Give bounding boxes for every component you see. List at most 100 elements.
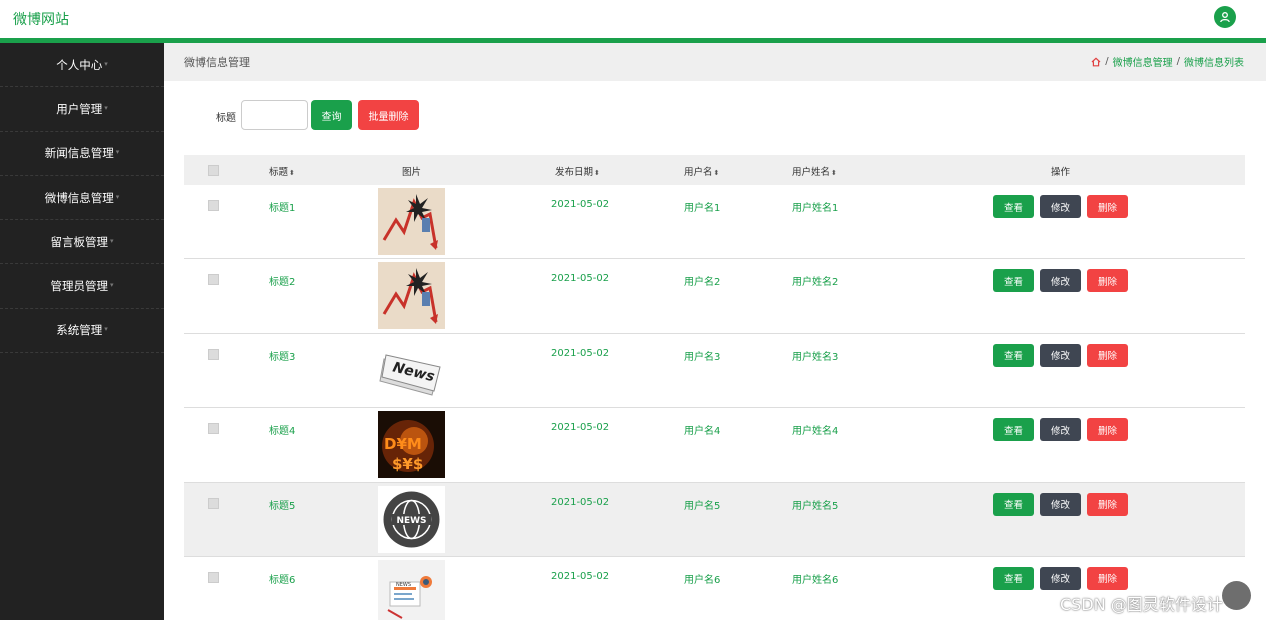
sidebar-item[interactable]: 系统管理 ▾ <box>0 309 164 354</box>
breadcrumb: / 微博信息管理 / 微博信息列表 <box>1091 54 1244 69</box>
row-actions: 查看 修改 删除 <box>993 195 1128 218</box>
sidebar-item-label: 微博信息管理 <box>44 190 114 205</box>
row-checkbox[interactable] <box>208 274 219 286</box>
name-cell: 用户姓名2 <box>792 277 839 289</box>
view-button[interactable]: 查看 <box>993 269 1034 293</box>
username-cell: 用户名1 <box>684 203 721 214</box>
delete-button[interactable]: 删除 <box>1087 566 1128 590</box>
column-header-username[interactable]: 用户名⬍ <box>684 164 719 178</box>
search-bar: 标题 查询 批量删除 <box>164 100 564 130</box>
row-checkbox[interactable] <box>208 423 219 435</box>
view-button[interactable]: 查看 <box>993 492 1034 516</box>
view-button[interactable]: 查看 <box>993 566 1034 590</box>
name-cell: 用户姓名3 <box>792 351 839 363</box>
row-checkbox[interactable] <box>208 571 219 583</box>
column-header-image: 图片 <box>402 167 422 178</box>
date-cell: 2021-05-02 <box>551 422 610 434</box>
view-button[interactable]: 查看 <box>993 195 1034 218</box>
column-header-actions: 操作 <box>1051 167 1071 178</box>
column-header-name[interactable]: 用户姓名⬍ <box>792 164 837 178</box>
weibo-table: 标题⬍ 图片 发布日期⬍ 用户名⬍ 用户姓名⬍ 操作 标题1 2021-05-02… <box>184 155 1245 620</box>
table-row: 标题1 2021-05-02 用户名1 用户姓名1 查看 修改 删除 <box>184 185 1245 260</box>
table-header: 标题⬍ 图片 发布日期⬍ 用户名⬍ 用户姓名⬍ 操作 <box>184 155 1245 185</box>
newspaper-image[interactable]: News <box>378 336 445 404</box>
currency-fire-image[interactable]: D¥M $¥$ <box>378 411 445 479</box>
sidebar: 个人中心 ▾ 用户管理 ▾ 新闻信息管理 ▾ 微博信息管理 ▾ 留言板管理 ▾ 管理员管理 ▾ 系统管理… <box>0 43 164 620</box>
edit-button[interactable]: 修改 <box>1040 492 1081 516</box>
table-row: 标题3 News 2021-05-02 用户名3 用户姓名3 查看 修改 删除 <box>184 334 1245 409</box>
sidebar-item-label: 用户管理 <box>56 101 103 116</box>
date-cell: 2021-05-02 <box>551 273 610 285</box>
chart-down-image[interactable] <box>378 262 445 330</box>
column-header-title[interactable]: 标题⬍ <box>269 164 295 178</box>
user-icon[interactable] <box>1214 6 1236 28</box>
page-title: 微博信息管理 <box>184 56 250 69</box>
title-cell: 标题6 <box>269 574 296 586</box>
caret-down-icon: ▾ <box>104 103 108 112</box>
title-cell: 标题2 <box>269 277 296 289</box>
row-checkbox[interactable] <box>208 348 219 360</box>
table-row: 标题2 2021-05-02 用户名2 用户姓名2 查看 修改 删除 <box>184 259 1245 334</box>
sidebar-item-label: 留言板管理 <box>50 234 108 249</box>
delete-button[interactable]: 删除 <box>1087 195 1128 218</box>
delete-button[interactable]: 删除 <box>1087 343 1128 367</box>
row-actions: 查看 修改 删除 <box>993 343 1128 367</box>
date-cell: 2021-05-02 <box>551 199 610 210</box>
delete-button[interactable]: 删除 <box>1087 269 1128 293</box>
title-search-input[interactable] <box>241 100 308 130</box>
sidebar-item-label: 系统管理 <box>56 323 103 338</box>
username-cell: 用户名6 <box>684 574 721 586</box>
edit-button[interactable]: 修改 <box>1040 566 1081 590</box>
edit-button[interactable]: 修改 <box>1040 343 1081 367</box>
table-body: 标题1 2021-05-02 用户名1 用户姓名1 查看 修改 删除 标题2 2021-05-0… <box>184 185 1245 620</box>
sort-icon: ⬍ <box>594 169 600 177</box>
row-checkbox[interactable] <box>208 497 219 509</box>
chart-down-image[interactable] <box>378 188 445 255</box>
username-cell: 用户名2 <box>684 277 721 289</box>
date-cell: 2021-05-02 <box>551 496 610 508</box>
column-header-date[interactable]: 发布日期⬍ <box>555 164 600 178</box>
date-cell: 2021-05-02 <box>551 570 610 582</box>
row-actions: 查看 修改 删除 <box>993 418 1128 442</box>
table-row: 标题5 NEWS 2021-05-02 用户名5 用户姓名5 查看 修改 删除 <box>184 482 1245 557</box>
scroll-top-button[interactable] <box>1222 581 1251 610</box>
caret-down-icon: ▾ <box>109 281 114 290</box>
title-cell: 标题4 <box>269 426 296 438</box>
breadcrumb-item-weibo-list: 微博信息列表 <box>1184 58 1244 69</box>
sidebar-item[interactable]: 新闻信息管理 ▾ <box>0 132 164 176</box>
query-button[interactable]: 查询 <box>311 100 352 130</box>
view-button[interactable]: 查看 <box>993 418 1034 442</box>
sidebar-item[interactable]: 留言板管理 ▾ <box>0 220 164 265</box>
name-cell: 用户姓名5 <box>792 500 839 512</box>
sidebar-item[interactable]: 个人中心 ▾ <box>0 43 164 88</box>
delete-button[interactable]: 删除 <box>1087 418 1128 442</box>
svg-text:$¥$: $¥$ <box>392 455 423 473</box>
sort-icon: ⬍ <box>831 169 837 177</box>
home-icon[interactable] <box>1091 56 1101 67</box>
svg-text:D¥M: D¥M <box>384 435 422 453</box>
sort-icon: ⬍ <box>289 169 295 177</box>
sidebar-item-label: 个人中心 <box>56 57 103 72</box>
edit-button[interactable]: 修改 <box>1040 269 1081 293</box>
sidebar-item[interactable]: 用户管理 ▾ <box>0 87 164 132</box>
edit-button[interactable]: 修改 <box>1040 195 1081 218</box>
breadcrumb-item-weibo-management[interactable]: 微博信息管理 <box>1113 54 1173 69</box>
sidebar-item[interactable]: 管理员管理 ▾ <box>0 264 164 309</box>
caret-down-icon: ▾ <box>104 59 108 68</box>
select-all-checkbox[interactable] <box>208 165 219 176</box>
name-cell: 用户姓名1 <box>792 203 839 214</box>
title-search-label: 标题 <box>216 113 236 124</box>
row-checkbox[interactable] <box>208 200 219 211</box>
delete-button[interactable]: 删除 <box>1087 492 1128 516</box>
breadcrumb-separator: / <box>1105 56 1109 67</box>
view-button[interactable]: 查看 <box>993 343 1034 367</box>
title-cell: 标题3 <box>269 351 296 363</box>
news-illustration-image[interactable]: NEWS <box>378 559 445 620</box>
batch-delete-button[interactable]: 批量删除 <box>358 100 419 130</box>
site-brand[interactable]: 微博网站 <box>13 9 69 29</box>
news-globe-image[interactable]: NEWS <box>378 485 445 553</box>
sidebar-item[interactable]: 微博信息管理 ▾ <box>0 176 164 221</box>
username-cell: 用户名4 <box>684 426 721 438</box>
caret-down-icon: ▾ <box>115 192 120 201</box>
edit-button[interactable]: 修改 <box>1040 418 1081 442</box>
